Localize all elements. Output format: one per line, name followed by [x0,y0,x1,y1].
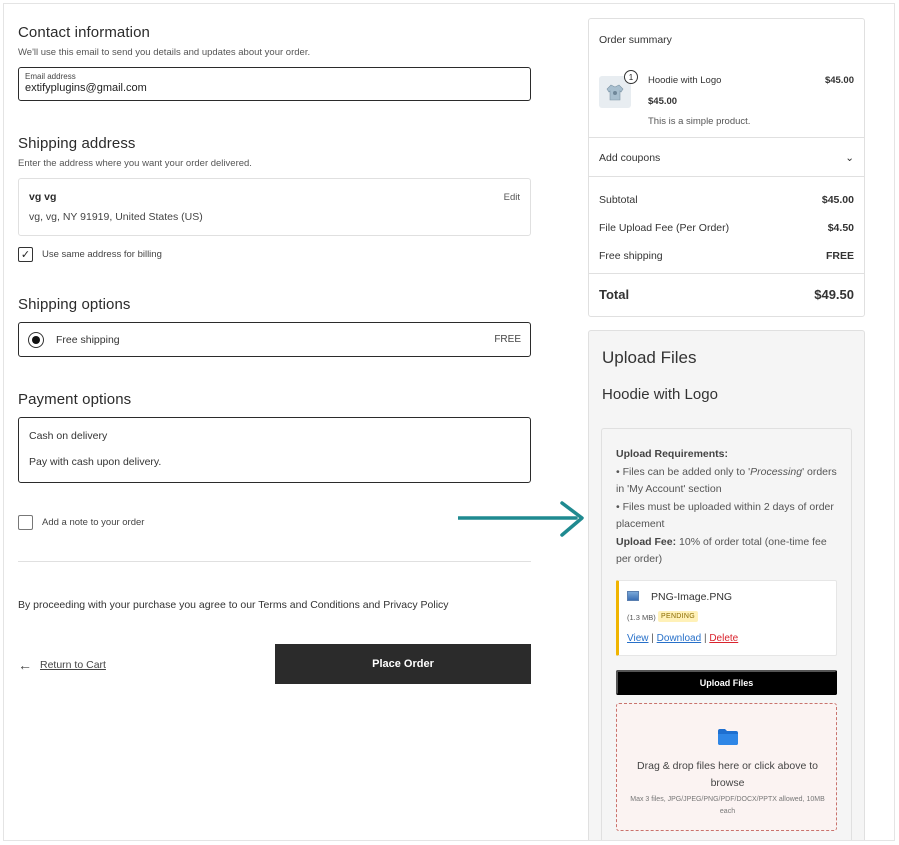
check-icon: ✓ [20,249,31,261]
upload-files-title: Upload Files [602,348,697,367]
address-line: vg, vg, NY 91919, United States (US) [29,211,203,223]
upload-fee-label: File Upload Fee (Per Order) [599,222,730,234]
order-note-checkbox[interactable] [18,515,33,530]
req-1a: • Files can be added only to ' [616,465,751,478]
radio-selected-icon[interactable] [28,331,44,348]
same-billing-checkbox[interactable]: ✓ [18,247,33,262]
divider [18,561,531,562]
link-separator: | [703,633,707,644]
upload-fee-value: $4.50 [827,222,854,234]
product-line-total: $45.00 [824,75,854,86]
checkout-page: Contact information We'll use this email… [3,3,895,841]
shipping-address-section: Shipping address Enter the address where… [18,135,252,169]
folder-icon [718,729,738,745]
shipping-row: Free shipping FREE [599,250,854,262]
download-file-link[interactable]: Download [657,633,701,644]
delete-file-link[interactable]: Delete [709,633,738,644]
contact-subtitle: We'll use this email to send you details… [18,47,311,58]
total-row: Total $49.50 [599,287,854,302]
product-description: This is a simple product. [648,116,751,127]
req-1b: Processing [750,465,803,478]
upload-files-button[interactable]: Upload Files [616,670,837,695]
payment-option-cod[interactable]: Cash on delivery Pay with cash upon deli… [18,417,531,483]
payment-description: Pay with cash upon delivery. [29,456,162,468]
address-card: vg vg vg, vg, NY 91919, United States (U… [18,178,531,236]
shipping-options-title: Shipping options [18,296,131,313]
subtotal-row: Subtotal $45.00 [599,194,854,206]
file-drop-zone[interactable]: Drag & drop files here or click above to… [616,703,837,831]
chevron-down-icon: ⌄ [845,152,854,164]
summary-divider [589,176,864,177]
quantity-badge: 1 [624,70,638,84]
upload-product-name: Hoodie with Logo [602,386,718,403]
shipping-option-price: FREE [494,334,521,345]
email-value[interactable]: extifyplugins@gmail.com [25,82,524,94]
email-field[interactable]: Email address extifyplugins@gmail.com [18,67,531,101]
order-summary: Order summary 1 Hoodie with Logo $45.00 … [588,18,865,317]
req-2: • Files must be uploaded within 2 days o… [616,500,834,531]
upload-requirements-box: Upload Requirements: • Files can be adde… [601,428,852,840]
shipping-address-title: Shipping address [18,135,136,152]
contact-section: Contact information We'll use this email… [18,24,310,58]
upload-requirements: Upload Requirements: • Files can be adde… [616,446,841,569]
order-note-label: Add a note to your order [42,517,145,528]
order-note-row[interactable]: Add a note to your order [18,515,144,530]
shipping-option-free[interactable]: Free shipping FREE [18,322,531,357]
shipping-address-subtitle: Enter the address where you want your or… [18,158,252,169]
email-label: Email address [25,72,76,81]
total-label: Total [599,287,630,302]
add-coupons-toggle[interactable]: Add coupons ⌄ [599,152,854,164]
summary-divider [589,273,864,274]
shipping-value: FREE [825,250,854,262]
file-name: PNG-Image.PNG [651,591,733,603]
req-heading: Upload Requirements: [616,448,729,460]
teal-arrow-icon [458,501,584,537]
total-value: $49.50 [814,287,854,302]
return-to-cart-link[interactable]: ← Return to Cart [18,657,106,673]
fee-label: Upload Fee: [616,535,677,548]
same-billing-label: Use same address for billing [42,249,162,260]
add-coupons-label: Add coupons [599,152,661,164]
drop-zone-limits: Max 3 files, JPG/JPEG/PNG/PDF/DOCX/PPTX … [630,796,825,815]
link-separator: | [651,633,654,644]
image-file-icon [627,591,639,601]
payment-method: Cash on delivery [29,430,108,442]
contact-title: Contact information [18,24,150,41]
view-file-link[interactable]: View [627,633,649,644]
summary-divider [589,137,864,138]
terms-text: By proceeding with your purchase you agr… [18,599,449,611]
order-summary-title: Order summary [599,34,672,46]
subtotal-label: Subtotal [599,194,638,206]
drop-zone-text: Drag & drop files here or click above to… [637,760,818,789]
product-price: $45.00 [648,96,678,107]
place-order-button[interactable]: Place Order [275,644,531,684]
file-actions: View | Download | Delete [627,633,738,644]
uploaded-file-card: PNG-Image.PNG (1.3 MB) PENDING View | Do… [616,580,837,656]
address-name: vg vg [29,191,57,203]
same-billing-row[interactable]: ✓ Use same address for billing [18,247,162,262]
file-size: (1.3 MB) [627,613,656,622]
upload-fee-row: File Upload Fee (Per Order) $4.50 [599,222,854,234]
return-to-cart-label: Return to Cart [40,659,106,671]
upload-files-panel: Upload Files Hoodie with Logo Upload Req… [588,330,865,840]
shipping-label: Free shipping [599,250,663,262]
left-arrow-icon: ← [18,657,32,673]
payment-options-title: Payment options [18,391,132,408]
edit-address-link[interactable]: Edit [504,192,520,203]
subtotal-value: $45.00 [821,194,854,206]
status-badge: PENDING [658,611,698,622]
shipping-option-label: Free shipping [56,333,120,346]
product-name: Hoodie with Logo [648,75,722,86]
